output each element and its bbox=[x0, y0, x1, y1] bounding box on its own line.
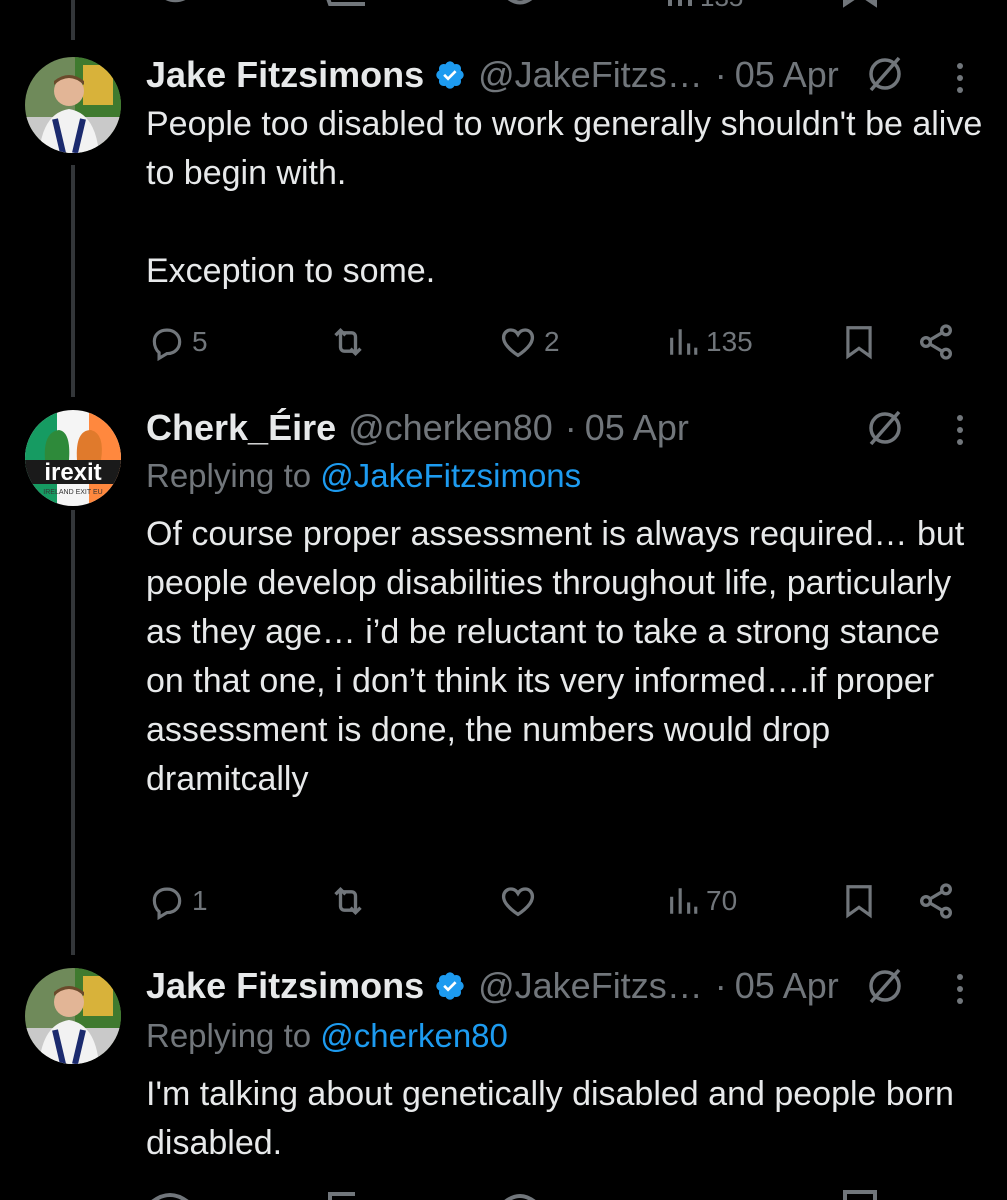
reply-icon bbox=[152, 887, 182, 920]
more-icon[interactable] bbox=[950, 969, 970, 1009]
mention-link[interactable]: @cherken80 bbox=[320, 1017, 508, 1054]
avatar-image bbox=[25, 968, 121, 1064]
avatar[interactable]: irexit IRELAND EXIT EU bbox=[25, 410, 121, 506]
thread-connector-1 bbox=[71, 165, 75, 397]
tweet-text: I'm talking about genetically disabled a… bbox=[146, 1075, 954, 1162]
avatar-image: irexit IRELAND EXIT EU bbox=[25, 410, 121, 506]
share-icon bbox=[920, 883, 952, 919]
bookmark-button[interactable] bbox=[840, 878, 878, 924]
avatar-image bbox=[25, 57, 121, 153]
separator-dot: · bbox=[564, 407, 577, 448]
author-name[interactable]: Jake Fitzsimons bbox=[146, 965, 424, 1007]
share-icon bbox=[920, 324, 952, 360]
avatar[interactable] bbox=[25, 968, 121, 1064]
tweet-text: People too disabled to work generally sh… bbox=[146, 105, 983, 290]
views-icon bbox=[670, 329, 698, 355]
tweet-date[interactable]: 05 Apr bbox=[735, 965, 839, 1007]
grok-icon[interactable] bbox=[865, 54, 905, 94]
like-icon bbox=[501, 887, 535, 917]
replying-to: Replying to @cherken80 bbox=[146, 1017, 508, 1055]
more-icon[interactable] bbox=[950, 410, 970, 450]
views-button[interactable]: 135 bbox=[666, 319, 753, 365]
thread-connector-top bbox=[71, 0, 75, 40]
grok-icon[interactable] bbox=[865, 966, 905, 1006]
previous-action-bar: 135 bbox=[0, 0, 1007, 18]
views-icon bbox=[670, 888, 698, 914]
like-button[interactable] bbox=[498, 878, 544, 924]
reply-icon bbox=[152, 328, 182, 361]
verified-icon bbox=[436, 972, 464, 1000]
reply-button[interactable]: 1 bbox=[148, 878, 208, 924]
views-count: 135 bbox=[706, 326, 753, 357]
tweet-date[interactable]: 05 Apr bbox=[585, 407, 689, 449]
replying-to-label: Replying to bbox=[146, 457, 321, 494]
author-name[interactable]: Cherk_Éire bbox=[146, 407, 336, 449]
previous-actions-icon: 135 bbox=[165, 0, 877, 12]
replying-to: Replying to @JakeFitzsimons bbox=[146, 457, 581, 495]
tweet-text: Of course proper assessment is always re… bbox=[146, 515, 965, 798]
share-button[interactable] bbox=[916, 319, 956, 365]
like-button[interactable]: 2 bbox=[498, 319, 560, 365]
avatar[interactable] bbox=[25, 57, 121, 153]
grok-icon[interactable] bbox=[865, 408, 905, 448]
author-handle[interactable]: @JakeFitzs… bbox=[478, 54, 703, 96]
next-actions-icon bbox=[151, 1190, 877, 1200]
next-action-bar bbox=[0, 1188, 1007, 1200]
retweet-icon bbox=[334, 327, 362, 357]
avatar-logo-text: irexit bbox=[44, 459, 101, 486]
retweet-icon bbox=[334, 886, 362, 916]
action-bar: 5 2 135 bbox=[148, 319, 958, 365]
svg-text:135: 135 bbox=[700, 0, 743, 12]
bookmark-button[interactable] bbox=[840, 319, 878, 365]
views-count: 70 bbox=[706, 885, 738, 916]
retweet-button[interactable] bbox=[328, 878, 374, 924]
more-icon[interactable] bbox=[950, 58, 970, 98]
author-handle[interactable]: @JakeFitzs… bbox=[478, 965, 703, 1007]
bookmark-icon bbox=[846, 885, 872, 919]
retweet-button[interactable] bbox=[328, 319, 374, 365]
author-name[interactable]: Jake Fitzsimons bbox=[146, 54, 424, 96]
share-button[interactable] bbox=[916, 878, 956, 924]
reply-count: 5 bbox=[192, 326, 208, 357]
replying-to-label: Replying to bbox=[146, 1017, 321, 1054]
like-count: 2 bbox=[544, 326, 560, 357]
views-button[interactable]: 70 bbox=[666, 878, 737, 924]
action-bar: 1 70 bbox=[148, 878, 958, 924]
author-handle[interactable]: @cherken80 bbox=[348, 407, 553, 449]
like-icon bbox=[501, 328, 535, 358]
separator-dot: · bbox=[714, 54, 727, 95]
verified-icon bbox=[436, 61, 464, 89]
tweet-date[interactable]: 05 Apr bbox=[735, 54, 839, 96]
separator-dot: · bbox=[714, 965, 727, 1006]
reply-count: 1 bbox=[192, 885, 208, 916]
avatar-logo-subtext: IRELAND EXIT EU bbox=[43, 489, 102, 496]
reply-button[interactable]: 5 bbox=[148, 319, 208, 365]
thread-connector-2 bbox=[71, 510, 75, 955]
mention-link[interactable]: @JakeFitzsimons bbox=[320, 457, 581, 494]
bookmark-icon bbox=[846, 326, 872, 360]
